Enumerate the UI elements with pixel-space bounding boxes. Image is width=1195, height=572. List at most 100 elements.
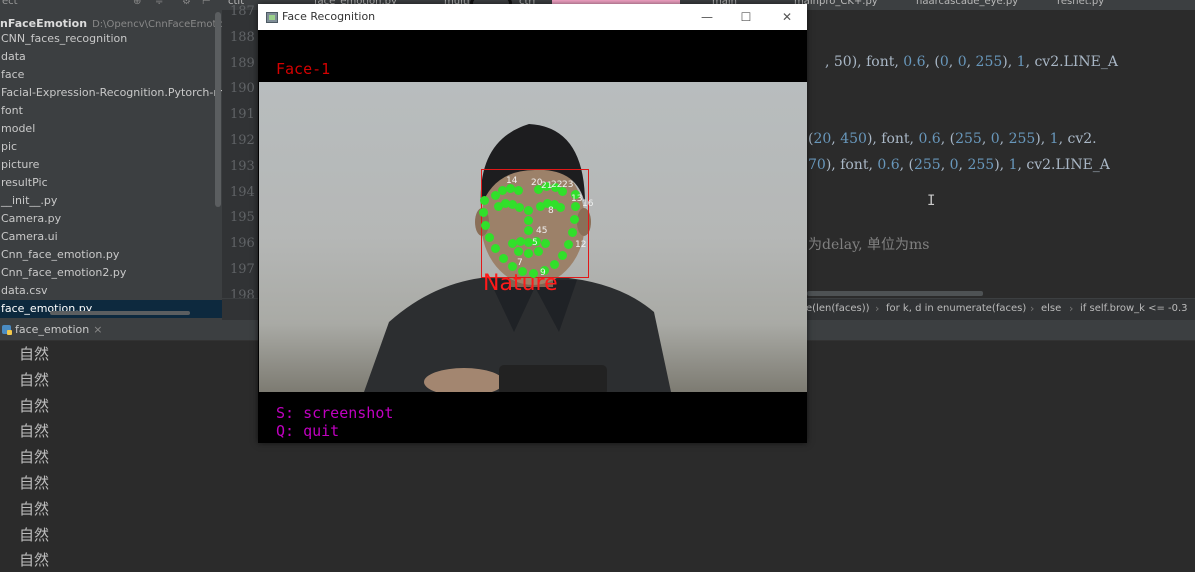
- tree-item[interactable]: model: [0, 120, 222, 138]
- landmark-point: [556, 203, 565, 212]
- console-output-line: 自然: [19, 396, 50, 415]
- phone: [499, 365, 607, 392]
- landmark-point: [541, 239, 550, 248]
- landmark-point: [568, 228, 577, 237]
- maximize-button[interactable]: ☐: [733, 7, 759, 27]
- landmark-point: [499, 254, 508, 263]
- hide-icon[interactable]: ⊢: [202, 0, 211, 7]
- landmark-point: [524, 249, 533, 258]
- tree-item[interactable]: face_emotion.py: [0, 300, 222, 318]
- minimize-button[interactable]: —: [694, 7, 720, 27]
- project-root[interactable]: nFaceEmotion D:\Opencv\CnnFaceEmotion: [0, 12, 222, 30]
- project-root-path: D:\Opencv\CnnFaceEmotion: [92, 19, 222, 30]
- breadcrumb-separator-icon: ›: [875, 302, 880, 315]
- landmark-point: [491, 244, 500, 253]
- tree-item[interactable]: pic: [0, 138, 222, 156]
- line-number-gutter: 187 188 189 190 191 192 193 194 195 196 197 198: [222, 4, 262, 303]
- landmark-index: 7: [517, 258, 523, 268]
- console-output-line: 自然: [19, 551, 50, 570]
- python-file-icon: [2, 325, 12, 335]
- project-root-name: nFaceEmotion: [0, 17, 88, 30]
- landmark-point: [514, 247, 523, 256]
- landmark-point: [524, 226, 533, 235]
- gear-icon[interactable]: ⚙: [182, 0, 191, 7]
- face-count-label: Face-1: [276, 60, 331, 78]
- tree-item[interactable]: CNN_faces_recognition: [0, 30, 222, 48]
- emotion-label: Nature: [483, 271, 558, 296]
- landmark-index: 14: [506, 176, 518, 186]
- collapse-icon[interactable]: ≑: [155, 0, 163, 7]
- breadcrumb-separator-icon: ›: [1069, 302, 1074, 315]
- console-output-line: 自然: [19, 499, 50, 518]
- code-line-196-comment: 为delay, 单位为ms: [808, 237, 930, 253]
- landmark-point: [480, 196, 489, 205]
- landmark-point: [515, 203, 524, 212]
- project-scrollbar[interactable]: [215, 12, 221, 207]
- app-icon: [266, 12, 278, 23]
- run-tab-face-emotion[interactable]: face_emotion ×: [0, 320, 108, 340]
- landmark-point: [514, 186, 523, 195]
- landmark-index: 8: [548, 206, 554, 216]
- code-line-193: 70), font, 0.6, (255, 0, 255), 1, cv2.LI…: [808, 157, 1110, 173]
- line-number: 189: [230, 55, 255, 71]
- landmark-index: 22: [551, 180, 563, 190]
- line-number: 193: [230, 158, 255, 174]
- code-line-189: , 50), font, 0.6, (0, 0, 255), 1, cv2.LI…: [825, 54, 1118, 70]
- console-output-line: 自然: [19, 474, 50, 492]
- tree-item[interactable]: Facial-Expression-Recognition.Pytorch-ma…: [0, 84, 222, 102]
- landmark-point: [481, 221, 490, 230]
- landmark-point: [485, 233, 494, 242]
- landmark-point: [534, 247, 543, 256]
- breadcrumb-item[interactable]: for k, d in enumerate(faces): [886, 303, 1026, 314]
- tree-item[interactable]: font: [0, 102, 222, 120]
- project-tool-window: ect ⊕ ≑ ⚙ ⊢ nFaceEmotion D:\Opencv\CnnFac…: [0, 0, 222, 320]
- editor-hscrollbar[interactable]: [807, 291, 983, 296]
- console-output-line: 自然: [19, 525, 50, 544]
- tree-item[interactable]: Camera.ui: [0, 228, 222, 246]
- tree-item[interactable]: Cnn_face_emotion.py: [0, 246, 222, 264]
- tree-item[interactable]: data: [0, 48, 222, 66]
- breadcrumb-item[interactable]: if self.brow_k <= -0.3: [1080, 303, 1188, 314]
- landmark-point: [558, 251, 567, 260]
- run-tab-label: face_emotion: [15, 323, 90, 336]
- tree-item[interactable]: resultPic: [0, 174, 222, 192]
- console-output-line: 自然: [19, 448, 50, 467]
- landmark-point: [524, 216, 533, 225]
- project-tree: CNN_faces_recognition data face Facial-Expr…: [0, 30, 222, 318]
- globe-icon[interactable]: ⊕: [133, 0, 141, 7]
- tree-item[interactable]: data.csv: [0, 282, 222, 300]
- project-toolbar: ect ⊕ ≑ ⚙ ⊢: [0, 0, 222, 12]
- landmark-index: 13: [571, 194, 583, 204]
- line-number: 192: [230, 133, 255, 148]
- window-titlebar[interactable]: Face Recognition — ☐ ✕: [258, 4, 807, 30]
- landmark-point: [550, 260, 559, 269]
- project-title: ect: [2, 0, 18, 7]
- landmark-point: [479, 208, 488, 217]
- project-hscrollbar[interactable]: [50, 311, 190, 315]
- console-output-line: 自然: [19, 345, 50, 363]
- close-button[interactable]: ✕: [774, 7, 800, 27]
- tree-item[interactable]: __init__.py: [0, 192, 222, 210]
- line-number: 194: [230, 184, 255, 200]
- breadcrumb-item[interactable]: else: [1041, 303, 1061, 314]
- line-number: 190: [230, 81, 255, 97]
- landmark-index: 16: [582, 199, 594, 209]
- line-number: 191: [230, 107, 255, 123]
- tree-item[interactable]: picture: [0, 156, 222, 174]
- help-screenshot: S: screenshot: [276, 404, 394, 422]
- window-title: Face Recognition: [282, 10, 376, 23]
- console-output-line: 自然: [19, 370, 50, 389]
- code-line-192: (20, 450), font, 0.6, (255, 0, 255), 1, …: [808, 131, 1097, 147]
- breadcrumb-item[interactable]: e(len(faces)): [806, 303, 870, 314]
- text-cursor-icon: I: [927, 193, 936, 209]
- tree-item[interactable]: Camera.py: [0, 210, 222, 228]
- landmark-index: 5: [532, 238, 538, 248]
- close-icon[interactable]: ×: [93, 323, 102, 336]
- tree-item[interactable]: Cnn_face_emotion2.py: [0, 264, 222, 282]
- editor-tab[interactable]: haarcascade_eye.py: [916, 0, 1018, 7]
- line-number: 196: [230, 236, 255, 252]
- editor-tab[interactable]: resnet.py: [1057, 0, 1104, 7]
- tree-item[interactable]: face: [0, 66, 222, 84]
- landmark-point: [508, 262, 517, 271]
- landmark-index: 45: [536, 226, 548, 236]
